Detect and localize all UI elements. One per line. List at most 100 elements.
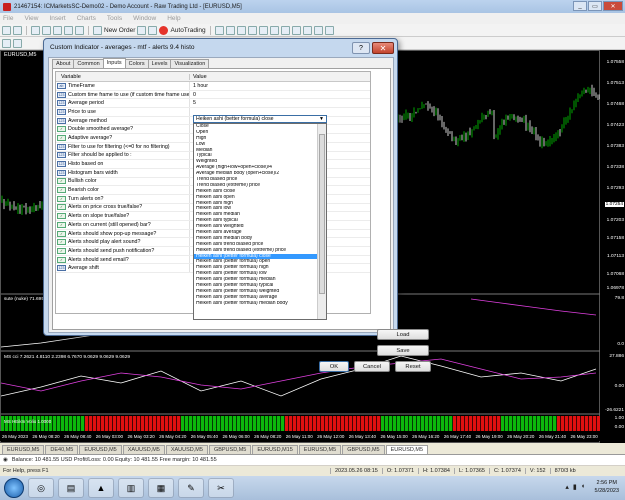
time-label: 26 May 19:00 <box>475 434 502 439</box>
explorer-icon[interactable]: ▤ <box>58 478 84 498</box>
menu-file[interactable]: File <box>3 15 13 22</box>
input-row[interactable]: 123 Average period 5 <box>56 99 370 108</box>
load-button[interactable]: Load <box>377 329 429 340</box>
close-button[interactable]: ✕ <box>603 1 623 11</box>
input-name-cell: 123 Histo based on <box>56 160 190 168</box>
histogram-bar <box>73 416 76 431</box>
price-label: 1.07338 <box>607 165 624 170</box>
metaeditor-icon[interactable] <box>137 26 146 35</box>
chart-shift-icon[interactable] <box>281 26 290 35</box>
signals-icon[interactable] <box>148 26 157 35</box>
dialog-close-button[interactable]: ✕ <box>372 42 394 54</box>
vlc-icon[interactable]: ▲ <box>88 478 114 498</box>
cursor-icon[interactable] <box>2 39 11 48</box>
input-row[interactable]: 123 Custom time frame to use (if custom t… <box>56 91 370 100</box>
periods-icon[interactable] <box>314 26 323 35</box>
dialog-help-button[interactable]: ? <box>352 42 370 54</box>
price-to-use-select[interactable]: Heiken ashi (better formula) close ▼ <box>193 115 327 123</box>
chart-tab[interactable]: XAUUSD,M5 <box>166 445 208 454</box>
chart-tab[interactable]: GBPUSD,M5 <box>209 445 251 454</box>
navigator-icon[interactable] <box>53 26 62 35</box>
tile-windows-icon[interactable] <box>270 26 279 35</box>
menu-window[interactable]: Window <box>133 15 156 22</box>
tray-arrow-icon[interactable]: ▴ <box>565 483 569 491</box>
chart-tab[interactable]: DE40,M5 <box>45 445 78 454</box>
histogram-bar <box>437 416 440 431</box>
histogram-bar <box>417 416 420 431</box>
market-watch-icon[interactable] <box>31 26 40 35</box>
dropdown-scrollbar[interactable] <box>317 124 326 319</box>
line-chart-icon[interactable] <box>237 26 246 35</box>
templates-icon[interactable] <box>325 26 334 35</box>
candlestick-icon[interactable] <box>226 26 235 35</box>
data-window-icon[interactable] <box>42 26 51 35</box>
histogram-bar <box>353 416 356 431</box>
maximize-button[interactable]: ▭ <box>588 1 602 11</box>
zoom-in-icon[interactable] <box>248 26 257 35</box>
price-dropdown-list[interactable]: Close Open High Low Median Typical Weighted Ave… <box>193 123 327 320</box>
chart-tab[interactable]: EURUSD,M5 <box>2 445 44 454</box>
dropdown-option[interactable]: Heiken ashi (better formula) median body <box>194 301 317 307</box>
sub2-axis-label: 0.00 <box>615 384 624 389</box>
terminal-app-icon[interactable]: ▦ <box>148 478 174 498</box>
header-variable[interactable]: Variable <box>56 74 190 80</box>
chart-tab[interactable]: EURUSD,M15 <box>252 445 297 454</box>
terminal-icon[interactable] <box>64 26 73 35</box>
crosshair-icon[interactable] <box>13 39 22 48</box>
menu-view[interactable]: View <box>24 15 38 22</box>
paint-icon[interactable]: ✎ <box>178 478 204 498</box>
indicators-icon[interactable] <box>303 26 312 35</box>
chart-tab[interactable]: EURUSD,M5 <box>299 445 341 454</box>
tester-icon[interactable] <box>75 26 84 35</box>
snipping-icon[interactable]: ✂ <box>208 478 234 498</box>
chart-tab[interactable]: GBPUSD,M5 <box>342 445 384 454</box>
new-chart-icon[interactable] <box>2 26 11 35</box>
network-icon[interactable]: ▮ <box>573 483 577 491</box>
histogram-bar <box>377 416 380 431</box>
histogram-bar <box>317 416 320 431</box>
bar-chart-icon[interactable] <box>215 26 224 35</box>
menu-tools[interactable]: Tools <box>107 15 122 22</box>
autoscroll-icon[interactable] <box>292 26 301 35</box>
menu-insert[interactable]: Insert <box>49 15 65 22</box>
chart-tab[interactable]: XAUUSD,M5 <box>123 445 165 454</box>
input-value[interactable]: 1 hour <box>190 83 208 89</box>
input-value[interactable]: 5 <box>190 100 196 106</box>
menu-charts[interactable]: Charts <box>77 15 96 22</box>
time-label: 26 May 17:40 <box>444 434 471 439</box>
volume-icon[interactable]: ◖ <box>581 483 585 491</box>
start-button[interactable] <box>4 478 24 498</box>
header-value[interactable]: Value <box>190 74 207 80</box>
autotrading-button[interactable]: AutoTrading <box>170 27 205 34</box>
chrome-icon[interactable]: ◎ <box>28 478 54 498</box>
chart-tab[interactable]: EURUSD,M5 <box>79 445 121 454</box>
new-order-button[interactable]: New Order <box>104 27 135 34</box>
scrollbar-thumb[interactable] <box>319 134 325 294</box>
menu-help[interactable]: Help <box>167 15 180 22</box>
histogram-bar <box>329 416 332 431</box>
cancel-button[interactable]: Cancel <box>354 361 390 372</box>
ok-button[interactable]: OK <box>319 361 349 372</box>
histogram-bar <box>237 416 240 431</box>
zoom-out-icon[interactable] <box>259 26 268 35</box>
autotrading-icon[interactable] <box>159 26 168 35</box>
sub2-magenta-line <box>1 359 596 391</box>
profiles-icon[interactable] <box>13 26 22 35</box>
bool-type-icon: ✓ <box>57 135 66 141</box>
save-button[interactable]: Save <box>377 345 429 356</box>
time-label: 26 May 08:20 <box>254 434 281 439</box>
chart-tab[interactable]: EURUSD,M5 <box>386 445 428 454</box>
new-order-icon[interactable] <box>93 26 102 35</box>
metatrader-icon[interactable]: ▥ <box>118 478 144 498</box>
input-row[interactable]: ab TimeFrame 1 hour <box>56 82 370 91</box>
clock[interactable]: 2:56 PM 5/28/2023 <box>595 479 619 495</box>
input-name-cell: ✓ Alerts should play alert sound? <box>56 238 190 246</box>
chevron-down-icon[interactable]: ▼ <box>319 116 324 122</box>
terminal-panel: ◉ Balance: 10 481.55 USD Profit/Loss: 0.… <box>0 454 625 465</box>
minimize-button[interactable]: _ <box>573 1 587 11</box>
input-value[interactable]: 0 <box>190 92 196 98</box>
tab-inputs[interactable]: Inputs <box>103 58 126 68</box>
histogram-bar <box>69 416 72 431</box>
histogram-bar <box>385 416 388 431</box>
reset-button[interactable]: Reset <box>395 361 431 372</box>
